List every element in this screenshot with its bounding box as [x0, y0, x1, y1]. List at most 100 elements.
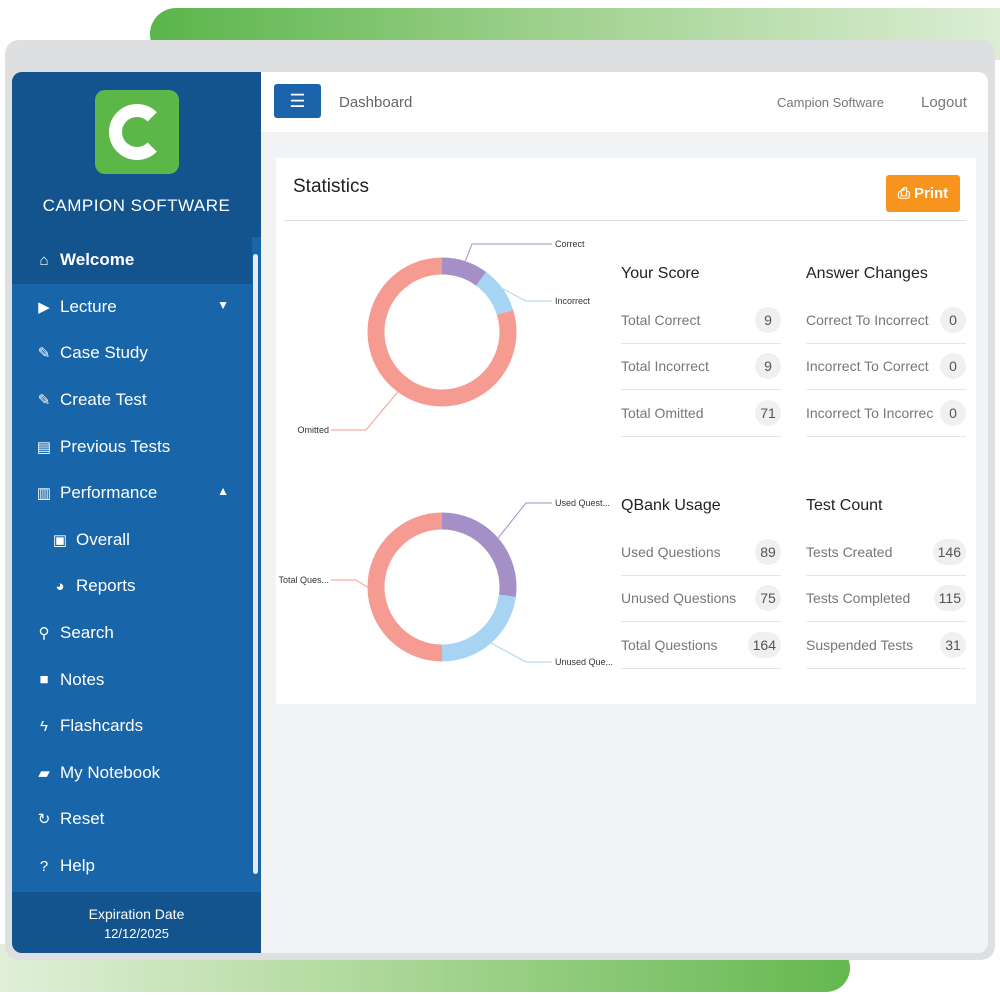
logo — [94, 90, 179, 174]
donut-slice-1[interactable] — [441, 594, 516, 662]
bolt-icon: ϟ — [40, 717, 48, 735]
chevron-down-icon: ▼ — [217, 297, 229, 312]
logout-link[interactable]: Logout — [921, 94, 967, 111]
breadcrumb[interactable]: Dashboard — [339, 94, 412, 111]
sidebar-item-reports[interactable]: ◕ Reports — [12, 563, 261, 610]
stat-row: Total Incorrect 9 — [621, 344, 781, 390]
help-icon: ? — [39, 857, 49, 875]
donut-label: Unused Que... — [555, 657, 613, 667]
sidebar-item-label: Reports — [76, 576, 136, 596]
stat-label: Incorrect To Correct — [806, 358, 929, 375]
edit-icon: ✎ — [37, 345, 51, 363]
score-donut-chart: Correct Incorrect Omitted — [297, 239, 590, 435]
stat-badge: 115 — [933, 585, 966, 612]
stat-badge: 9 — [755, 353, 781, 380]
sidebar-item-label: Search — [60, 623, 114, 643]
donut-slice-0[interactable] — [441, 257, 487, 286]
file-icon: ▤ — [36, 438, 52, 456]
video-icon: ▶ — [38, 298, 50, 316]
brand-name: CAMPION SOFTWARE — [42, 196, 231, 215]
test-count-group: Test Count Tests Created 146 Tests Compl… — [806, 497, 966, 669]
stat-badge: 75 — [755, 585, 781, 612]
stat-row: Incorrect To Incorrec 0 — [806, 390, 966, 437]
sidebar-item-label: Previous Tests — [60, 436, 171, 456]
divider — [284, 220, 966, 221]
home-icon: ⌂ — [39, 251, 49, 269]
stat-badge: 71 — [755, 399, 781, 426]
qbank-usage-group: QBank Usage Used Questions 89 Unused Que… — [621, 497, 781, 669]
sidebar-scrollbar[interactable] — [253, 254, 258, 874]
sidebar-item-my-notebook[interactable]: ▰ My Notebook — [12, 750, 261, 797]
sidebar-item-label: Create Test — [60, 390, 147, 410]
sidebar-item-label: Performance — [60, 483, 158, 503]
statistics-panel: Statistics ⎙ Print Correct Incorrect Omitt… — [276, 158, 976, 704]
stat-badge: 146 — [932, 538, 966, 565]
sidebar-item-create-test[interactable]: ✎ Create Test — [12, 377, 261, 424]
stat-badge: 89 — [755, 538, 781, 565]
usage-donut-chart: Used Quest... Unused Que... Total Ques... — [278, 498, 613, 667]
sticky-note-icon: ■ — [39, 671, 49, 689]
donut-label: Omitted — [297, 425, 329, 435]
book-icon: ▰ — [38, 764, 50, 782]
group-title: QBank Usage — [621, 497, 721, 514]
search-icon: ⚲ — [38, 625, 50, 643]
sidebar-item-performance[interactable]: ▥ Performance ▲ — [12, 470, 261, 517]
expiration-label: Expiration Date — [88, 906, 185, 922]
sidebar-item-case-study[interactable]: ✎ Case Study — [12, 330, 261, 377]
printer-icon: ⎙ — [897, 185, 910, 202]
donut-callout-line — [464, 243, 552, 262]
sidebar-item-label: Flashcards — [60, 716, 144, 736]
company-link[interactable]: Campion Software — [777, 95, 884, 110]
hamburger-icon: ☰ — [289, 91, 306, 111]
donut-label: Correct — [555, 239, 585, 249]
donut-callout-line — [331, 579, 368, 588]
stat-row: Total Correct 9 — [621, 297, 781, 344]
expiration-date: 12/12/2025 — [103, 926, 170, 941]
stat-label: Total Questions — [621, 636, 718, 653]
sidebar-item-previous-tests[interactable]: ▤ Previous Tests — [12, 423, 261, 470]
answer-changes-group: Answer Changes Correct To Incorrect 0 In… — [806, 265, 966, 437]
file-chart-icon: ▣ — [52, 531, 68, 549]
print-button[interactable]: ⎙ Print — [886, 175, 960, 212]
stat-row: Suspended Tests 31 — [806, 622, 966, 669]
sidebar-item-reset[interactable]: ↻ Reset — [12, 796, 261, 843]
menu-toggle-button[interactable]: ☰ — [274, 84, 321, 118]
sidebar-item-overall[interactable]: ▣ Overall — [12, 517, 261, 564]
sidebar-item-label: Help — [60, 856, 95, 876]
pie-chart-icon: ◕ — [55, 577, 65, 595]
sidebar-nav: ⌂ Welcome ▶ Lecture ▼ ✎ Case Study ✎ Cre… — [12, 237, 261, 889]
stat-label: Suspended Tests — [806, 636, 914, 653]
stat-label: Total Omitted — [621, 404, 704, 421]
sidebar-item-label: Lecture — [60, 296, 117, 316]
edit-icon: ✎ — [37, 392, 51, 410]
group-title: Your Score — [621, 265, 700, 282]
page-title: Statistics — [293, 176, 370, 197]
stat-badge: 0 — [940, 399, 966, 426]
reset-icon: ↻ — [37, 811, 51, 829]
stat-row: Tests Completed 115 — [806, 576, 966, 622]
stat-row: Total Questions 164 — [621, 622, 781, 669]
stat-badge: 164 — [747, 631, 781, 658]
donut-callout-line — [497, 502, 552, 539]
sidebar-item-flashcards[interactable]: ϟ Flashcards — [12, 703, 261, 750]
your-score-group: Your Score Total Correct 9 Total Incorre… — [621, 265, 781, 437]
donut-slice-2[interactable] — [367, 512, 443, 662]
sidebar: CAMPION SOFTWARE ⌂ Welcome ▶ Lecture ▼ ✎… — [12, 72, 261, 953]
donut-slice-1[interactable] — [475, 272, 514, 316]
stat-label: Correct To Incorrect — [806, 311, 929, 328]
sidebar-item-label: Reset — [60, 809, 105, 829]
donut-slice-0[interactable] — [441, 512, 517, 597]
sidebar-item-search[interactable]: ⚲ Search — [12, 610, 261, 657]
donut-label: Used Quest... — [555, 498, 610, 508]
sidebar-item-notes[interactable]: ■ Notes — [12, 656, 261, 703]
group-title: Test Count — [806, 497, 883, 514]
print-button-label: Print — [914, 185, 949, 202]
sidebar-item-lecture[interactable]: ▶ Lecture ▼ — [12, 284, 261, 331]
sidebar-item-help[interactable]: ? Help — [12, 843, 261, 890]
brand-header: CAMPION SOFTWARE — [12, 72, 261, 237]
chevron-up-icon: ▲ — [217, 483, 229, 498]
donut-callout-line — [490, 642, 552, 663]
sidebar-item-welcome[interactable]: ⌂ Welcome — [12, 237, 252, 284]
app-window: CAMPION SOFTWARE ⌂ Welcome ▶ Lecture ▼ ✎… — [12, 72, 988, 953]
stat-badge: 9 — [755, 306, 781, 333]
